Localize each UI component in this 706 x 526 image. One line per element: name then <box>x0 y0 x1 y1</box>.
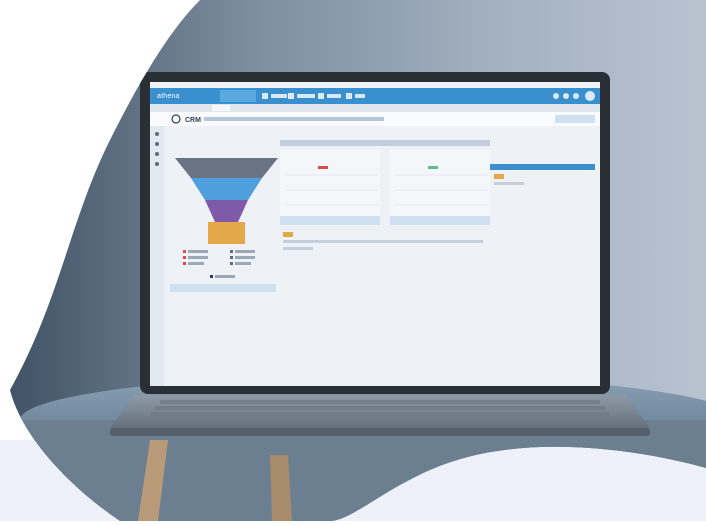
laptop-photo <box>0 0 706 521</box>
module-title: CRM <box>185 117 201 124</box>
app-brand: athena <box>157 93 180 100</box>
photo-scene: athena CRM <box>0 0 706 521</box>
